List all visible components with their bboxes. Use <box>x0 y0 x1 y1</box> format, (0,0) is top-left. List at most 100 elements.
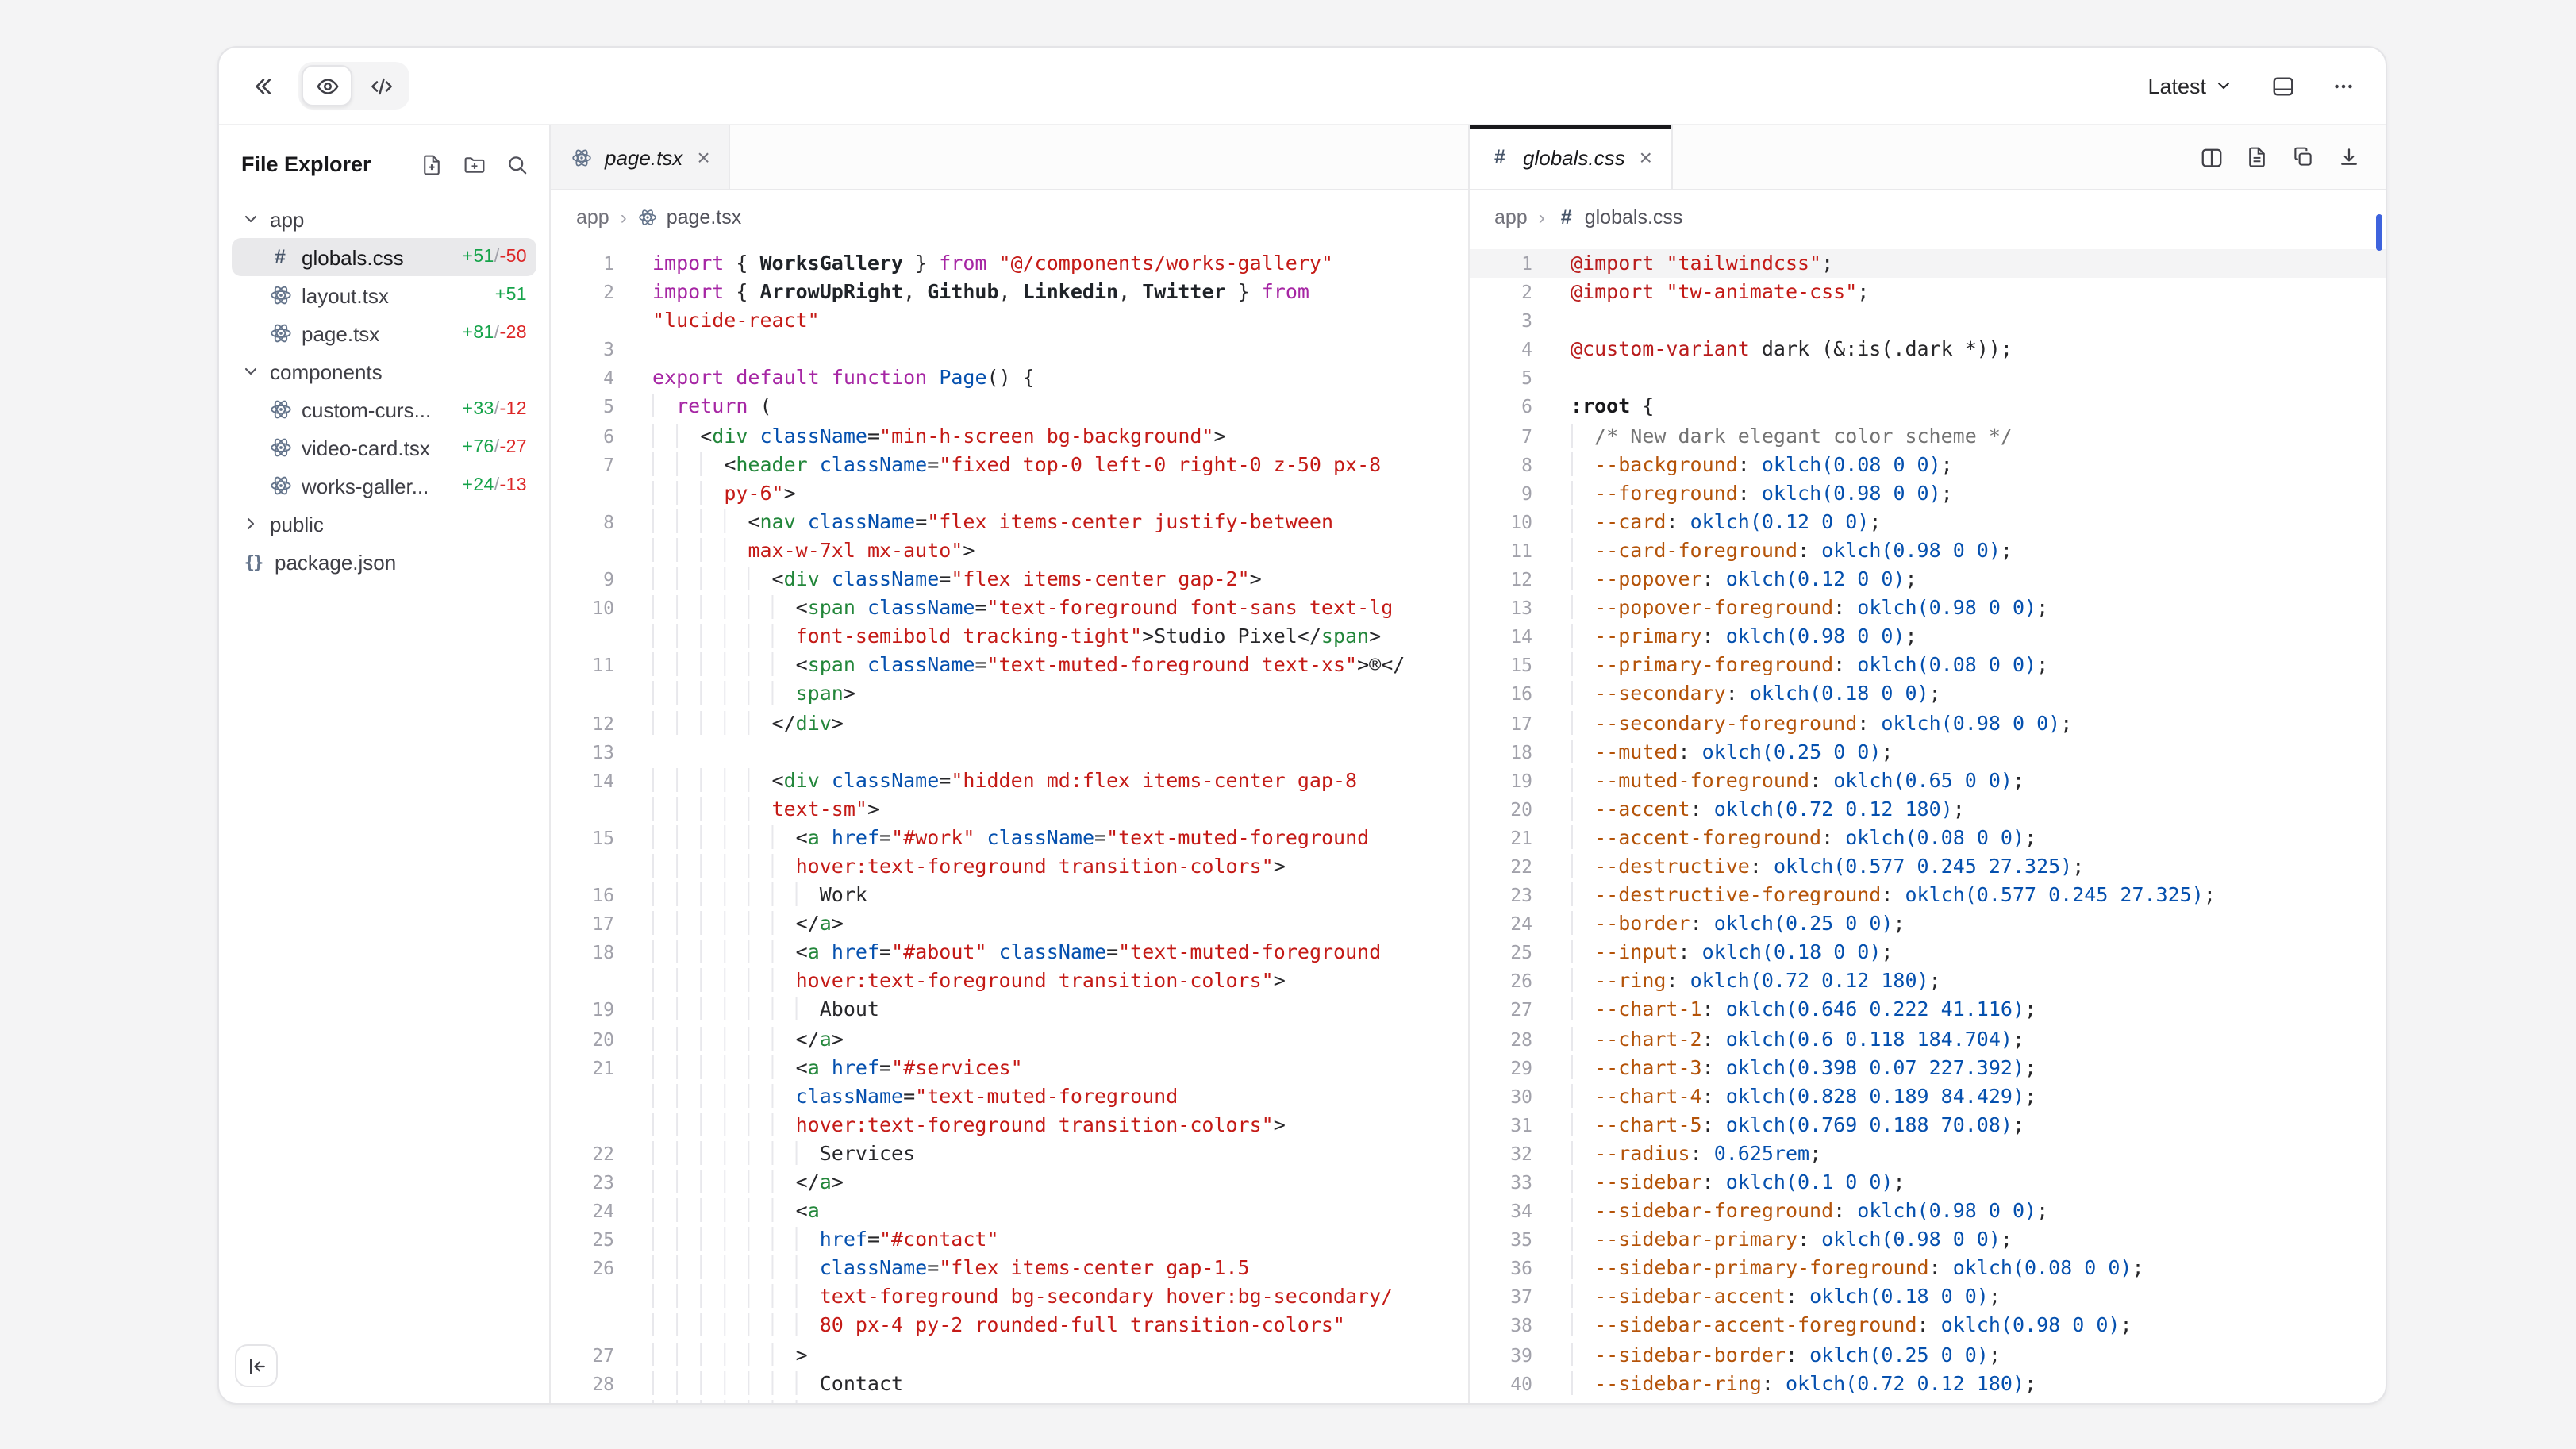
line-number: 20 <box>551 1024 614 1053</box>
search-button[interactable] <box>497 144 536 184</box>
preview-mode-button[interactable] <box>302 65 352 106</box>
line-number: 12 <box>551 709 614 737</box>
file-page.tsx[interactable]: page.tsx+81/-28 <box>232 314 536 352</box>
collapse-panel-button[interactable] <box>238 62 286 110</box>
file-package.json[interactable]: {}package.json <box>232 543 536 581</box>
code-line: max-w-7xl mx-auto"> <box>551 536 1467 565</box>
code-line: 1import { WorksGallery } from "@/compone… <box>551 249 1467 278</box>
scrollbar-thumb[interactable] <box>2376 214 2382 251</box>
panel-bottom-icon <box>2270 74 2294 98</box>
code-line: 6:root { <box>1469 393 2386 421</box>
panel-layout-button[interactable] <box>2259 62 2306 110</box>
split-view-icon <box>2199 145 2223 169</box>
tab-label: globals.css <box>1523 145 1625 169</box>
code-line: 10 <span className="text-foreground font… <box>551 594 1467 622</box>
code-editor-globals-css[interactable]: 1@import "tailwindcss";2@import "tw-anim… <box>1469 244 2386 1403</box>
file-label: works-galler... <box>302 474 453 498</box>
file-video-card.tsx[interactable]: video-card.tsx+76/-27 <box>232 429 536 467</box>
tab-globals-css[interactable]: # globals.css × <box>1469 125 1673 189</box>
code-line: 5 return ( <box>551 393 1467 421</box>
collapse-sidebar-button[interactable] <box>235 1344 278 1387</box>
toolbar: Latest <box>219 48 2386 125</box>
breadcrumb-folder[interactable]: app <box>1494 206 1528 229</box>
line-number <box>551 680 614 709</box>
file-text-button[interactable] <box>2236 136 2278 178</box>
code-line: 80 px-4 py-2 rounded-full transition-col… <box>551 1312 1467 1340</box>
version-selector[interactable]: Latest <box>2135 67 2246 104</box>
line-number: 16 <box>551 881 614 909</box>
react-icon <box>570 147 594 167</box>
folder-app[interactable]: app <box>232 200 536 238</box>
react-icon <box>268 436 292 459</box>
line-number: 18 <box>551 939 614 967</box>
search-icon <box>506 153 528 175</box>
css-file-icon: # <box>1488 146 1512 168</box>
eye-icon <box>315 74 339 98</box>
diff-stats: +76/-27 <box>463 438 528 457</box>
line-number: 8 <box>1469 450 1532 479</box>
react-icon <box>268 322 292 344</box>
code-line: 15 <a href="#work" className="text-muted… <box>551 824 1467 852</box>
code-line: 4export default function Page() { <box>551 364 1467 393</box>
file-layout.tsx[interactable]: layout.tsx+51 <box>232 276 536 314</box>
breadcrumb-file[interactable]: # globals.css <box>1556 206 1683 229</box>
line-number <box>551 536 614 565</box>
folder-public[interactable]: public <box>232 505 536 543</box>
line-number: 39 <box>1469 1340 1532 1369</box>
new-file-button[interactable] <box>411 144 451 184</box>
download-button[interactable] <box>2328 136 2370 178</box>
line-number <box>551 1312 614 1340</box>
code-line: 3 <box>551 336 1467 364</box>
line-number: 22 <box>1469 852 1532 881</box>
code-line: 34 --sidebar-foreground: oklch(0.98 0 0)… <box>1469 1197 2386 1225</box>
css-file-icon: # <box>268 246 292 268</box>
line-number: 2 <box>551 278 614 306</box>
react-icon <box>268 475 292 497</box>
folder-components[interactable]: components <box>232 352 536 390</box>
file-works-galler...[interactable]: works-galler...+24/-13 <box>232 467 536 505</box>
line-number: 19 <box>1469 766 1532 794</box>
line-number: 19 <box>551 996 614 1024</box>
new-folder-button[interactable] <box>454 144 494 184</box>
breadcrumb-file[interactable]: page.tsx <box>638 206 742 229</box>
line-number: 28 <box>551 1369 614 1397</box>
code-line: text-foreground bg-secondary hover:bg-se… <box>551 1283 1467 1312</box>
code-line: 29 <ArrowUpRight className="w-4 h-4" /> <box>551 1398 1467 1404</box>
line-number: 31 <box>1469 1111 1532 1140</box>
breadcrumb-folder[interactable]: app <box>576 206 609 229</box>
code-line: 25 href="#contact" <box>551 1225 1467 1254</box>
line-number: 6 <box>1469 393 1532 421</box>
breadcrumb-left: app › page.tsx <box>551 190 1467 244</box>
more-options-button[interactable] <box>2319 62 2366 110</box>
code-line: 18 --muted: oklch(0.25 0 0); <box>1469 737 2386 766</box>
code-line: 26 --ring: oklch(0.72 0.12 180); <box>1469 967 2386 996</box>
code-line: 41} <box>1469 1398 2386 1404</box>
editor-actions <box>2190 125 2386 189</box>
split-view-button[interactable] <box>2190 136 2232 178</box>
code-line: 14 --primary: oklch(0.98 0 0); <box>1469 622 2386 651</box>
close-tab-icon[interactable]: × <box>697 146 709 168</box>
line-number: 17 <box>551 909 614 938</box>
code-mode-button[interactable] <box>356 65 406 106</box>
code-line: 6 <div className="min-h-screen bg-backgr… <box>551 421 1467 450</box>
line-number <box>551 1082 614 1110</box>
line-number: 24 <box>1469 909 1532 938</box>
line-number: 15 <box>551 824 614 852</box>
css-file-icon: # <box>1556 206 1577 229</box>
code-line: 12 </div> <box>551 709 1467 737</box>
code-line: 9 <div className="flex items-center gap-… <box>551 565 1467 594</box>
code-line: 25 --input: oklch(0.18 0 0); <box>1469 939 2386 967</box>
close-tab-icon[interactable]: × <box>1640 146 1652 168</box>
line-number: 10 <box>1469 508 1532 536</box>
file-custom-curs...[interactable]: custom-curs...+33/-12 <box>232 390 536 429</box>
code-editor-page-tsx[interactable]: 1import { WorksGallery } from "@/compone… <box>551 244 1467 1403</box>
version-label: Latest <box>2147 74 2206 98</box>
line-number: 13 <box>551 737 614 766</box>
code-line: 23 </a> <box>551 1168 1467 1197</box>
file-label: layout.tsx <box>302 283 486 307</box>
react-icon <box>268 398 292 421</box>
tab-page-tsx[interactable]: page.tsx × <box>551 125 731 189</box>
line-number: 23 <box>551 1168 614 1197</box>
copy-button[interactable] <box>2282 136 2324 178</box>
file-globals.css[interactable]: #globals.css+51/-50 <box>232 238 536 276</box>
